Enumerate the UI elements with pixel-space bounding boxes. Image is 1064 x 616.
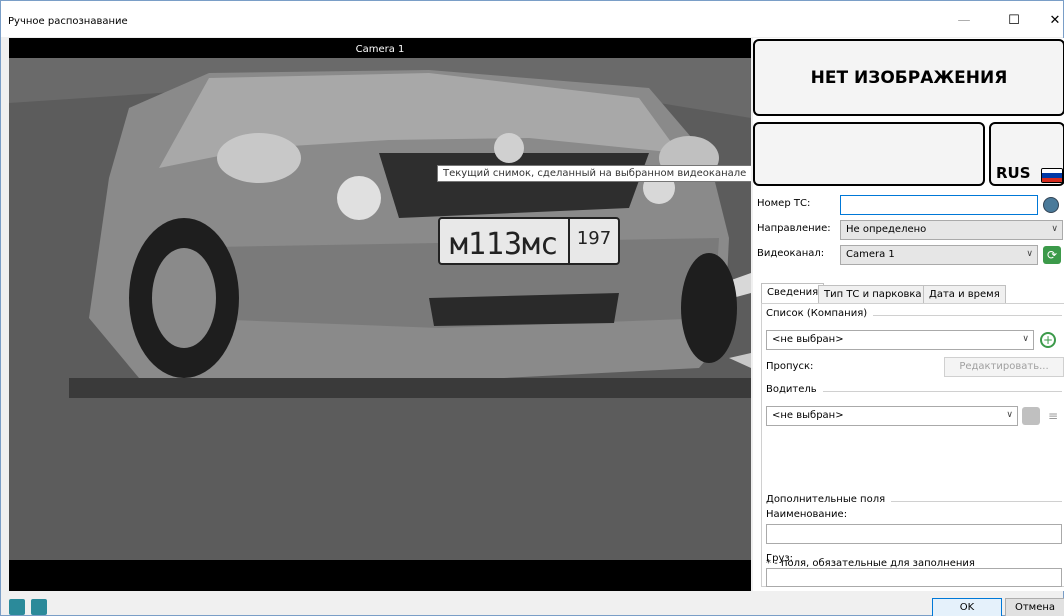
add-icon[interactable]: + [1040, 332, 1056, 348]
direction-label: Направление: [757, 223, 831, 234]
chevron-down-icon: ∨ [1006, 410, 1013, 420]
channel-label: Видеоканал: [757, 248, 825, 259]
camera-icon[interactable] [1022, 407, 1040, 425]
ok-button[interactable]: OK [932, 598, 1002, 616]
close-button[interactable]: ✕ [1035, 9, 1064, 33]
extra-fields-group-label: Дополнительные поля [766, 494, 892, 505]
no-image-text: НЕТ ИЗОБРАЖЕНИЯ [810, 67, 1008, 88]
direction-value: Не определено [846, 224, 927, 235]
maximize-button[interactable]: ☐ [994, 9, 1034, 33]
logo-emblem [494, 133, 524, 163]
chevron-down-icon: ∨ [1026, 249, 1033, 259]
left-headlight [217, 133, 301, 183]
driver-group-label: Водитель [766, 384, 823, 395]
direction-select[interactable]: Не определено ∨ [840, 220, 1063, 240]
plate-number-text: м113мс [450, 227, 558, 262]
pass-label: Пропуск: [766, 361, 814, 372]
tab-details[interactable]: Сведения [761, 283, 825, 304]
snapshot-icon[interactable] [31, 599, 47, 615]
refresh-icon[interactable]: ⟳ [1043, 246, 1061, 264]
camera-frame: м113мс 197 [9, 58, 751, 560]
country-box[interactable]: RUS [989, 122, 1064, 186]
plate-region-text: 197 [577, 228, 611, 249]
no-image-box: НЕТ ИЗОБРАЖЕНИЯ [753, 39, 1064, 116]
tab-vehicle-type[interactable]: Тип ТС и парковка [818, 285, 928, 303]
minimize-button[interactable]: — [944, 9, 984, 33]
tab-strip: Сведения Тип ТС и парковка Дата и время [761, 283, 1064, 304]
cargo-input[interactable] [766, 568, 1062, 587]
country-code: RUS [996, 164, 1031, 182]
channel-select[interactable]: Camera 1 ∨ [840, 245, 1038, 265]
camera-label: Camera 1 [355, 44, 405, 55]
recognition-panel: НЕТ ИЗОБРАЖЕНИЯ RUS Номер ТС: Направлени… [753, 38, 1064, 591]
russia-flag-icon [1041, 168, 1063, 183]
snapshot-tooltip: Текущий снимок, сделанный на выбранном в… [437, 165, 751, 182]
video-panel[interactable]: Camera 1 м113мс 197 Текущий снимок, сдел… [9, 38, 751, 591]
cancel-button[interactable]: Отмена [1005, 598, 1064, 616]
plate-preview-box [753, 122, 985, 186]
edit-button[interactable]: Редактировать... [944, 357, 1064, 377]
list-group-label: Список (Компания) [766, 308, 874, 319]
edit-list-icon[interactable]: ≡ [1044, 407, 1062, 425]
chevron-down-icon: ∨ [1022, 334, 1029, 344]
name-label: Наименование: [766, 509, 848, 520]
manual-recognition-window: Ручное распознавание — ☐ ✕ Camera 1 м113… [0, 0, 1064, 616]
required-fields-note: * - поля, обязательные для заполнения [766, 558, 975, 569]
tab-datetime[interactable]: Дата и время [923, 285, 1006, 303]
list-select[interactable]: <не выбран> ∨ [766, 330, 1034, 350]
globe-icon[interactable] [1043, 197, 1059, 213]
plate-number-input[interactable] [840, 195, 1038, 215]
chevron-down-icon: ∨ [1051, 224, 1058, 234]
details-tab-panel: Список (Компания) <не выбран> ∨ + Пропус… [761, 303, 1064, 587]
grille [379, 153, 649, 218]
name-input[interactable] [766, 524, 1062, 544]
list-value: <не выбран> [772, 334, 844, 345]
car-image: м113мс 197 [9, 58, 751, 560]
driver-select[interactable]: <не выбран> ∨ [766, 406, 1018, 426]
window-title: Ручное распознавание [8, 16, 128, 27]
driver-value: <не выбран> [772, 410, 844, 421]
channel-value: Camera 1 [846, 249, 895, 260]
save-icon[interactable] [9, 599, 25, 615]
plate-label: Номер ТС: [757, 198, 811, 209]
title-bar: Ручное распознавание — ☐ ✕ [1, 1, 1063, 37]
